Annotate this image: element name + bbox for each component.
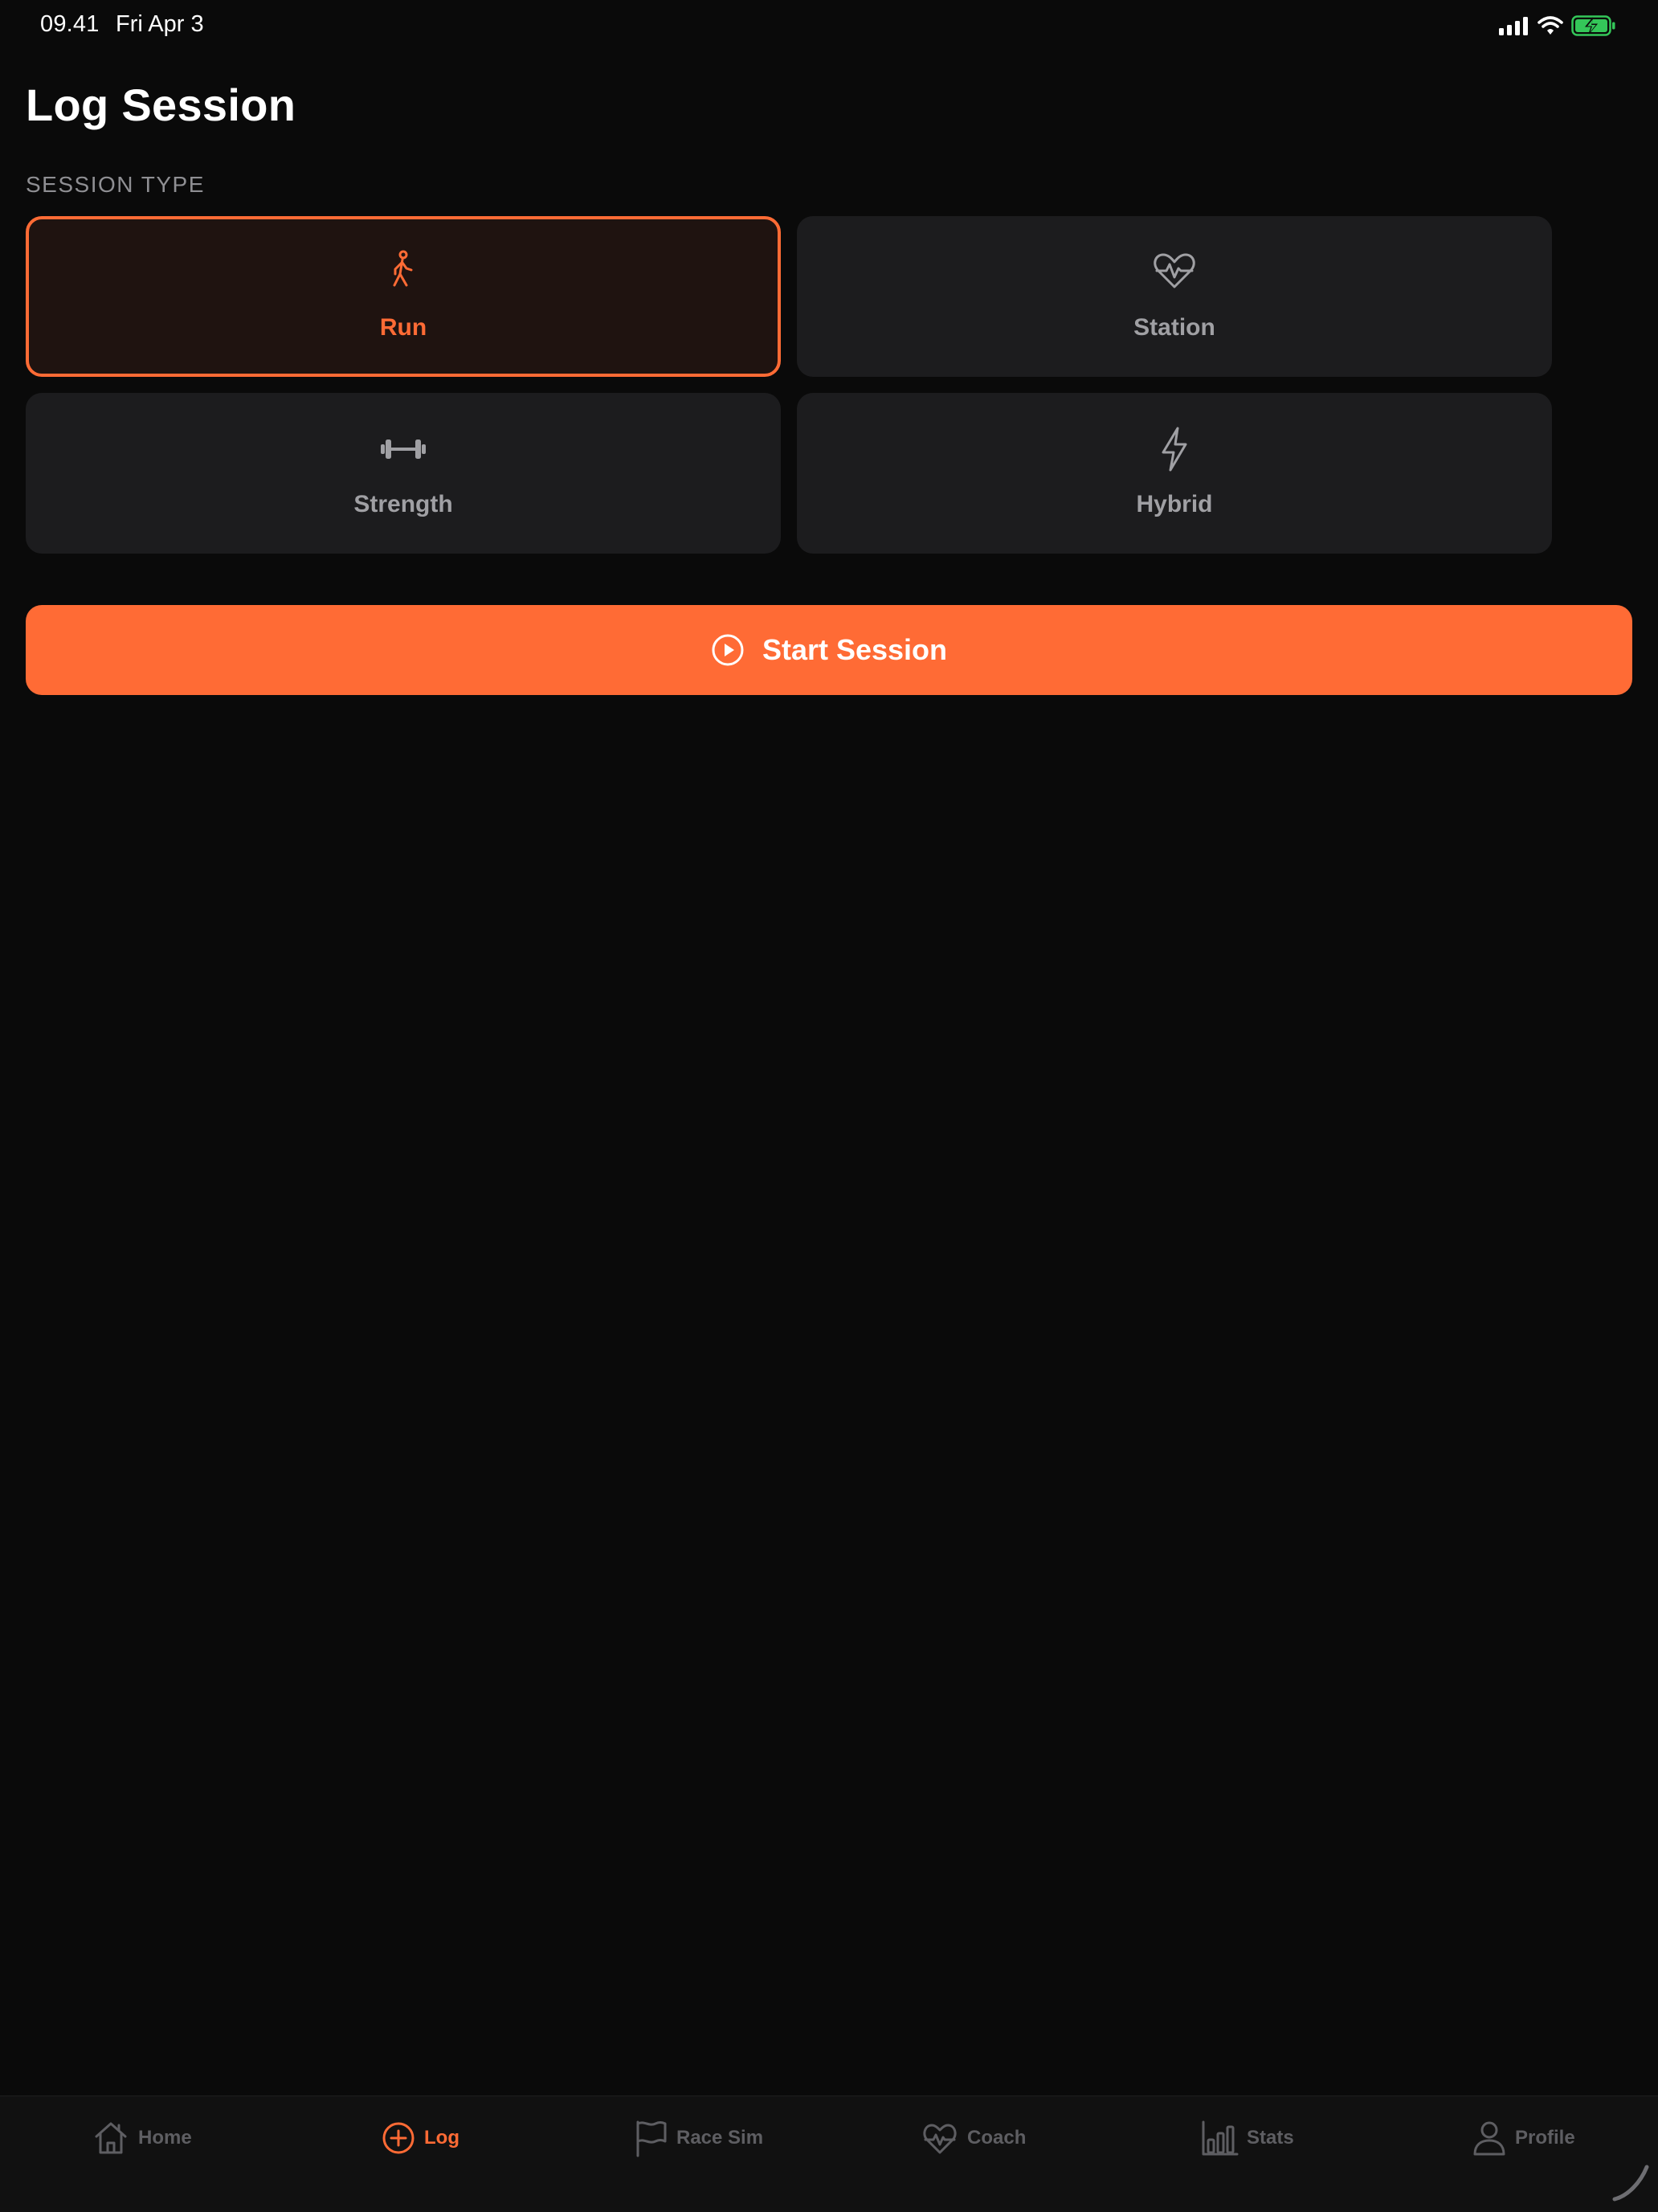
session-type-station-label: Station — [1133, 314, 1215, 341]
house-icon — [95, 2122, 127, 2154]
battery-charging-icon — [1571, 15, 1615, 36]
session-type-run-label: Run — [379, 314, 427, 341]
tab-stats-label: Stats — [1247, 2127, 1294, 2149]
dumbbell-icon — [381, 440, 426, 459]
section-label-session-type: SESSION TYPE — [26, 172, 205, 197]
tab-home[interactable]: Home — [92, 2114, 192, 2162]
session-type-station-card[interactable]: Station — [797, 216, 1552, 377]
tab-race-sim-label: Race Sim — [676, 2127, 764, 2149]
cellular-signal-icon — [1499, 17, 1528, 35]
wifi-icon — [1538, 16, 1563, 35]
figure-walk-icon — [393, 250, 413, 287]
tab-coach-label: Coach — [967, 2127, 1027, 2149]
bolt-icon — [1162, 427, 1187, 472]
status-date: Fri Apr 3 — [116, 11, 204, 37]
session-type-strength-card[interactable]: Strength — [26, 393, 781, 554]
start-session-button[interactable]: Start Session — [26, 605, 1632, 695]
status-bar: 09.41 Fri Apr 3 — [0, 0, 1658, 51]
bar-chart-icon — [1202, 2120, 1239, 2156]
tab-log-label: Log — [424, 2127, 459, 2149]
heart-pulse-icon — [923, 2124, 957, 2154]
tab-home-label: Home — [138, 2127, 192, 2149]
session-type-strength-label: Strength — [353, 491, 453, 517]
session-type-run-card[interactable]: Run — [26, 216, 781, 377]
tab-profile-label: Profile — [1515, 2127, 1575, 2149]
status-time: 09.41 — [40, 11, 100, 37]
tab-race-sim[interactable]: Race Sim — [633, 2114, 763, 2162]
session-type-hybrid-label: Hybrid — [1136, 491, 1213, 517]
start-session-label: Start Session — [762, 633, 948, 666]
play-circle-icon — [712, 634, 744, 666]
page-title: Log Session — [26, 80, 296, 130]
heart-pulse-icon — [1154, 253, 1195, 288]
person-icon — [1473, 2121, 1505, 2156]
status-icons — [1499, 13, 1616, 39]
home-indicator-icon — [1612, 2165, 1649, 2202]
tab-bar: Home Log Race Sim Coach Stats Profile — [0, 2095, 1658, 2212]
plus-circle-icon — [382, 2122, 414, 2154]
tab-coach[interactable]: Coach — [921, 2114, 1026, 2162]
session-type-hybrid-card[interactable]: Hybrid — [797, 393, 1552, 554]
tab-log[interactable]: Log — [381, 2114, 459, 2162]
flag-icon — [636, 2120, 667, 2157]
tab-stats[interactable]: Stats — [1200, 2114, 1294, 2162]
tab-profile[interactable]: Profile — [1472, 2114, 1575, 2162]
